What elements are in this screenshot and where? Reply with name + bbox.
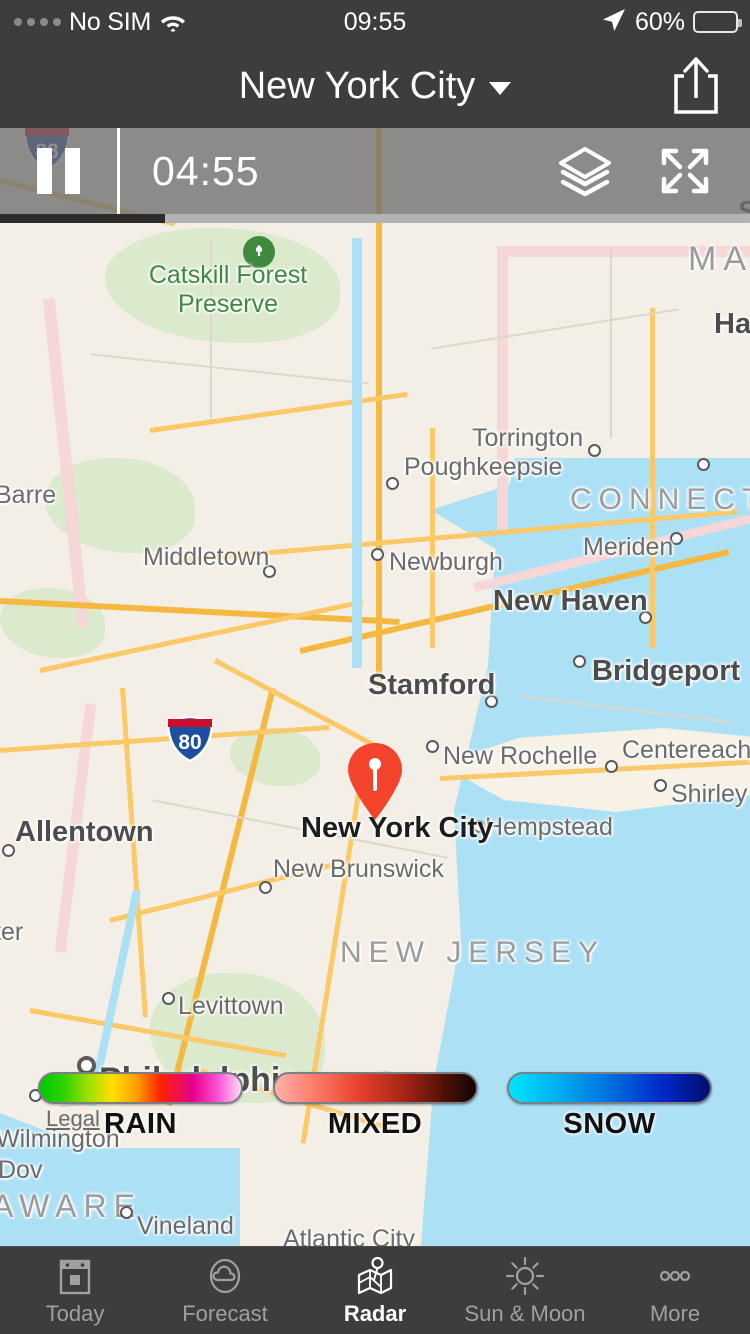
pause-icon-bar-left <box>37 148 52 194</box>
legend-gradient-snow <box>507 1072 712 1104</box>
map-pin-icon[interactable] <box>346 741 404 821</box>
calendar-icon <box>52 1255 98 1297</box>
map-label-hempstead: Hempstead <box>485 813 613 841</box>
map-label-shirley: Shirley <box>671 780 748 808</box>
bottom-tab-bar: Today Forecast Radar Sun & Moon More <box>0 1246 750 1334</box>
tab-label-radar: Radar <box>343 1300 407 1326</box>
map-city-dot-newrochelle <box>426 740 439 753</box>
map-city-dot-allentown <box>2 844 15 857</box>
battery-percent-label: 60% <box>634 7 685 36</box>
map-label-atlanticcity: Atlantic City <box>283 1225 415 1246</box>
map-label-state-new-jersey: NEW JERSEY <box>340 936 606 969</box>
share-button[interactable] <box>668 54 724 118</box>
expand-icon[interactable] <box>658 145 712 197</box>
radar-map[interactable]: Catskill Forest Preserve 88 80 CONNECT N… <box>0 128 750 1246</box>
map-label-catskill-line2: Preserve <box>177 290 279 318</box>
map-road-nys-thruway <box>149 391 408 433</box>
map-label-lancaster: ter <box>0 918 24 946</box>
map-city-dot-hartford <box>697 458 710 471</box>
location-selector[interactable]: New York City <box>239 65 512 108</box>
svg-text:80: 80 <box>178 731 201 754</box>
tab-today[interactable]: Today <box>0 1247 150 1334</box>
map-label-newbrunswick: New Brunswick <box>273 855 444 883</box>
map-label-bridgeport: Bridgeport <box>592 655 741 687</box>
radar-timestamp: 04:55 <box>152 147 260 194</box>
radar-progress-fill <box>0 214 165 223</box>
map-park-nj-north <box>230 728 320 786</box>
radar-progress-bar[interactable] <box>0 214 750 223</box>
layers-icon[interactable] <box>558 145 612 197</box>
map-label-state-connecticut: CONNECT <box>570 483 750 516</box>
legend-item-mixed: MIXED <box>272 1072 478 1141</box>
status-bar: No SIM 09:55 60% <box>0 0 750 44</box>
radar-legend: RAIN MIXED SNOW <box>0 1072 750 1158</box>
radar-control-bar: 04:55 <box>0 128 750 214</box>
map-shield-i80: 80 <box>165 715 215 763</box>
map-label-middletown: Middletown <box>143 543 270 571</box>
map-label-barre: Barre <box>0 481 57 509</box>
map-city-dot-shirley <box>654 779 667 792</box>
map-label-newburgh: Newburgh <box>389 548 503 576</box>
map-label-stamford: Stamford <box>368 669 496 701</box>
map-city-dot-newburgh <box>371 548 384 561</box>
legend-gradient-mixed <box>272 1072 478 1104</box>
map-label-allentown: Allentown <box>15 816 154 848</box>
map-city-dot-centereach <box>605 760 618 773</box>
map-city-dot-bridgeport <box>573 655 586 668</box>
chevron-down-icon <box>489 82 512 95</box>
location-arrow-icon <box>601 7 627 38</box>
tab-sun-moon[interactable]: Sun & Moon <box>450 1247 600 1334</box>
legend-gradient-rain <box>38 1072 243 1104</box>
pause-icon-bar-right <box>65 148 80 194</box>
map-label-catskill-line1: Catskill Forest <box>148 261 308 289</box>
tab-label-sun-moon: Sun & Moon <box>464 1300 586 1326</box>
map-label-newhaven: New Haven <box>493 585 648 617</box>
app-screen: Catskill Forest Preserve 88 80 CONNECT N… <box>0 0 750 1334</box>
legend-item-rain: RAIN <box>38 1072 243 1141</box>
page-title: New York City <box>238 64 476 107</box>
tab-forecast[interactable]: Forecast <box>150 1247 300 1334</box>
map-city-dot-poughkeepsie <box>386 477 399 490</box>
legend-label-rain: RAIN <box>104 1108 177 1140</box>
map-label-vineland: Vineland <box>137 1212 234 1240</box>
tab-more[interactable]: More <box>600 1247 750 1334</box>
map-road-i91 <box>650 308 655 648</box>
tab-label-more: More <box>649 1300 701 1326</box>
map-label-torrington: Torrington <box>472 424 584 452</box>
ellipsis-icon <box>652 1255 698 1297</box>
map-label-state-delaware: AWARE <box>0 1188 142 1224</box>
map-label-state-ma: MA <box>688 240 750 278</box>
map-city-dot-newbrunswick <box>259 881 272 894</box>
map-label-levittown: Levittown <box>178 992 284 1020</box>
map-minor-road-1 <box>90 353 370 385</box>
cloud-icon <box>202 1255 248 1297</box>
battery-icon <box>693 11 742 33</box>
map-icon <box>352 1255 398 1297</box>
map-label-meriden: Meriden <box>583 533 674 561</box>
app-header: New York City <box>0 44 750 128</box>
map-city-dot-vineland <box>120 1206 133 1219</box>
map-label-dover: Dov <box>0 1156 43 1184</box>
map-label-centereach: Centereach <box>622 736 750 764</box>
pause-button[interactable] <box>0 128 120 214</box>
map-city-dot-levittown <box>162 992 175 1005</box>
map-label-poughkeepsie: Poughkeepsie <box>404 453 563 481</box>
map-label-hartford: Ha <box>714 308 750 340</box>
tab-label-today: Today <box>45 1300 105 1326</box>
tab-radar[interactable]: Radar <box>300 1247 450 1334</box>
sun-icon <box>502 1255 548 1297</box>
map-label-newrochelle: New Rochelle <box>443 742 598 770</box>
map-state-border-ny-ct <box>497 246 508 531</box>
legend-label-mixed: MIXED <box>327 1108 423 1140</box>
map-minor-road-7 <box>610 248 612 438</box>
map-river-hudson <box>352 238 362 668</box>
map-city-dot-torrington <box>588 444 601 457</box>
legend-label-snow: SNOW <box>563 1108 656 1140</box>
map-minor-road-2 <box>431 308 679 350</box>
tab-label-forecast: Forecast <box>182 1300 268 1326</box>
legend-item-snow: SNOW <box>507 1072 712 1141</box>
